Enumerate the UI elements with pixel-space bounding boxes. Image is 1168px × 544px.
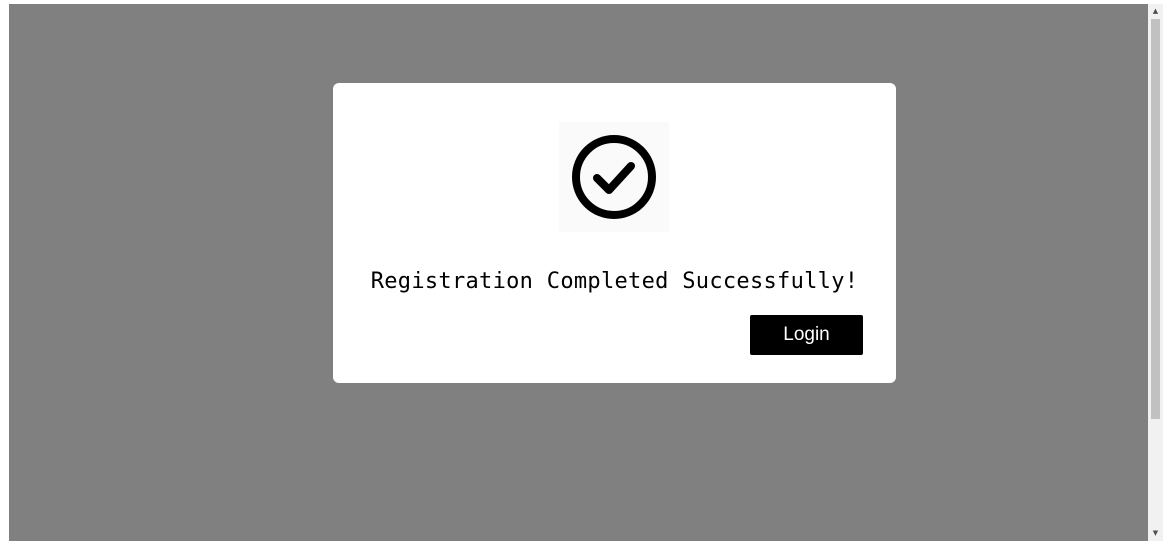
success-icon-container — [559, 122, 669, 232]
registration-success-dialog: Registration Completed Successfully! Log… — [333, 83, 896, 383]
check-circle-icon — [572, 135, 656, 219]
scroll-down-arrow-icon[interactable]: ▼ — [1148, 526, 1163, 541]
modal-overlay: Registration Completed Successfully! Log… — [9, 4, 1148, 541]
vertical-scrollbar[interactable]: ▲ ▼ — [1148, 4, 1163, 541]
login-button[interactable]: Login — [750, 315, 863, 355]
success-message: Registration Completed Successfully! — [370, 269, 859, 294]
scrollbar-thumb[interactable] — [1151, 19, 1160, 419]
scroll-up-arrow-icon[interactable]: ▲ — [1148, 4, 1163, 19]
